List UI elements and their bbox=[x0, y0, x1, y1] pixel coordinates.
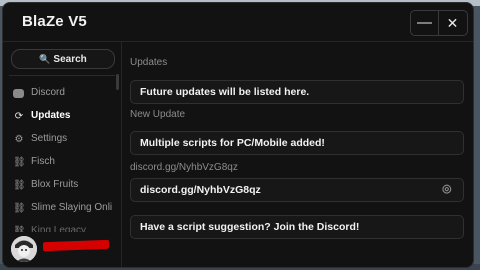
app-window: BlaZe V5 — ✕ 🔍 Search Discord ⟳ Updates ⚙… bbox=[2, 2, 474, 268]
sidebar-item-blox-fruits[interactable]: ⛓ Blox Fruits bbox=[3, 174, 121, 197]
search-button[interactable]: 🔍 Search bbox=[11, 49, 115, 69]
new-update-card-text: Multiple scripts for PC/Mobile added! bbox=[140, 137, 325, 149]
sidebar-divider bbox=[9, 75, 115, 76]
link-icon: ⛓ bbox=[13, 203, 26, 214]
link-icon: ⛓ bbox=[13, 180, 26, 191]
sidebar-item-label: Updates bbox=[31, 110, 71, 121]
title-bar[interactable]: BlaZe V5 — ✕ bbox=[3, 3, 473, 42]
join-discord-button[interactable]: Have a script suggestion? Join the Disco… bbox=[130, 215, 464, 239]
sidebar-item-label: Fisch bbox=[31, 156, 55, 167]
avatar-image bbox=[11, 236, 37, 262]
discord-link-text: discord.gg/NyhbVzG8qz bbox=[140, 184, 261, 196]
sidebar-item-settings[interactable]: ⚙ Settings bbox=[3, 128, 121, 151]
user-profile[interactable] bbox=[3, 232, 121, 267]
avatar bbox=[11, 236, 37, 262]
sidebar-item-slime-slaying[interactable]: ⛓ Slime Slaying Onli bbox=[3, 197, 121, 220]
discord-icon bbox=[13, 89, 24, 98]
window-controls: — ✕ bbox=[410, 10, 468, 36]
join-discord-label: Have a script suggestion? Join the Disco… bbox=[140, 221, 360, 233]
updates-card-text: Future updates will be listed here. bbox=[140, 86, 310, 98]
search-icon: 🔍 bbox=[39, 54, 51, 64]
window-title: BlaZe V5 bbox=[22, 13, 87, 30]
new-update-card: Multiple scripts for PC/Mobile added! bbox=[130, 131, 464, 155]
section-heading-updates: Updates bbox=[130, 57, 168, 68]
sidebar: 🔍 Search Discord ⟳ Updates ⚙ Settings ⛓ F… bbox=[3, 42, 122, 267]
settings-icon: ⚙ bbox=[14, 134, 24, 145]
fingerprint-icon[interactable]: ◎ bbox=[442, 183, 454, 195]
updates-card: Future updates will be listed here. bbox=[130, 80, 464, 104]
minimize-button[interactable]: — bbox=[411, 11, 439, 35]
section-heading-new-update: New Update bbox=[130, 109, 186, 120]
close-button[interactable]: ✕ bbox=[439, 11, 466, 35]
discord-link-input[interactable]: discord.gg/NyhbVzG8qz ◎ bbox=[130, 178, 464, 202]
link-icon: ⛓ bbox=[13, 157, 26, 168]
sidebar-item-label: Discord bbox=[31, 87, 65, 98]
sidebar-nav: Discord ⟳ Updates ⚙ Settings ⛓ Fisch ⛓ B… bbox=[3, 82, 121, 243]
sidebar-item-label: Blox Fruits bbox=[31, 179, 79, 190]
main-content: Updates Future updates will be listed he… bbox=[122, 42, 473, 267]
sidebar-item-label: Slime Slaying Onli bbox=[31, 202, 113, 213]
search-label: Search bbox=[53, 54, 87, 65]
sidebar-item-label: Settings bbox=[31, 133, 68, 144]
sidebar-item-fisch[interactable]: ⛓ Fisch bbox=[3, 151, 121, 174]
sidebar-item-updates[interactable]: ⟳ Updates bbox=[3, 105, 121, 128]
section-heading-discord: discord.gg/NyhbVzG8qz bbox=[130, 162, 238, 173]
updates-icon: ⟳ bbox=[14, 111, 24, 122]
redacted-username bbox=[43, 239, 109, 252]
sidebar-item-discord[interactable]: Discord bbox=[3, 82, 121, 105]
